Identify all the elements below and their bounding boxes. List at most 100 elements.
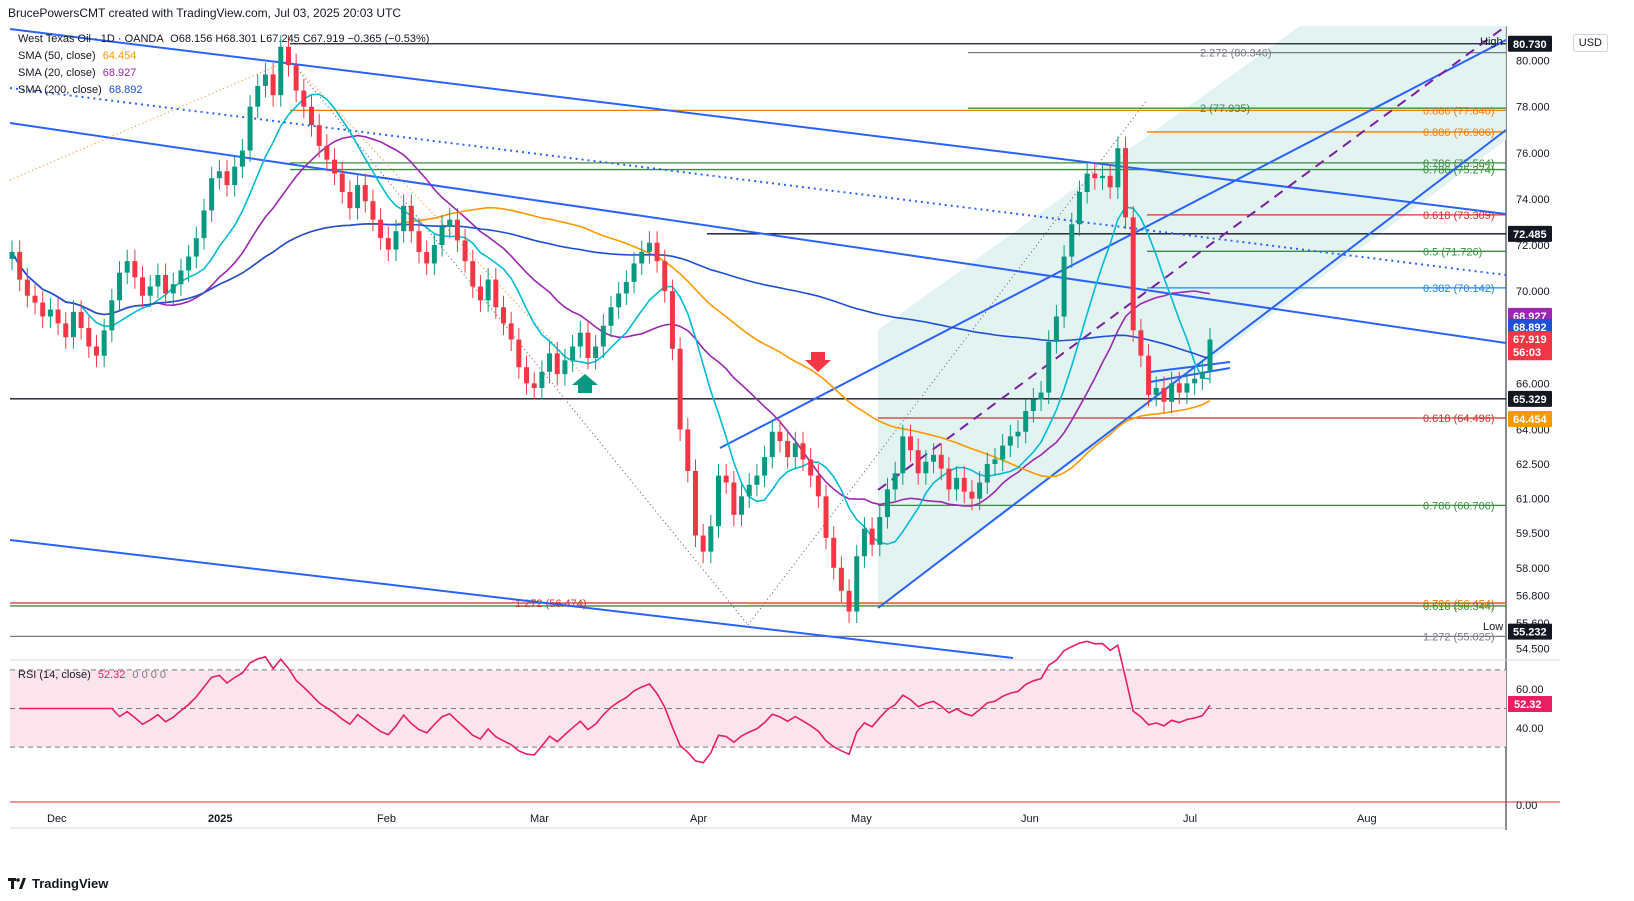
candle-body-69 [539, 371, 545, 388]
candle-body-33 [262, 74, 268, 86]
candle-body-87 [677, 348, 683, 430]
candle-body-120 [931, 454, 937, 462]
fib-label-1: 2 (77.935) [1200, 103, 1250, 115]
sma20-value: 68.927 [102, 67, 137, 79]
candle-body-57 [447, 219, 453, 227]
y-tick-12: 56.800 [1516, 590, 1550, 602]
price-tag-0: 80.730 [1513, 39, 1547, 51]
candle-body-145 [1123, 148, 1129, 218]
candle-body-150 [1161, 387, 1167, 402]
candle-body-63 [493, 279, 499, 308]
candle-body-79 [616, 293, 622, 308]
candle-body-40 [316, 125, 322, 146]
candle-body-97 [754, 475, 760, 485]
candle-body-80 [623, 281, 629, 294]
candle-body-114 [884, 489, 890, 518]
candle-body-131 [1015, 431, 1021, 437]
candle-body-110 [854, 556, 860, 612]
sma20-label: SMA (20, close) [18, 67, 96, 79]
candle-body-29 [232, 166, 238, 186]
candle-body-113 [877, 517, 883, 545]
legend-sma20[interactable]: SMA (20, close) 68.927 [18, 67, 136, 79]
candle-body-154 [1192, 378, 1198, 384]
tradingview-brand[interactable]: TradingView [8, 876, 108, 891]
candle-body-46 [362, 185, 368, 202]
candle-body-60 [470, 261, 476, 287]
candle-body-47 [370, 201, 376, 220]
legend-rsi[interactable]: RSI (14, close) 52.32 0 0 0 0 [18, 669, 166, 681]
candle-body-24 [193, 238, 199, 257]
candle-body-99 [769, 431, 775, 458]
candle-body-85 [662, 261, 668, 292]
candle-body-50 [393, 231, 399, 250]
candle-body-95 [739, 496, 745, 515]
x-tick-1: 2025 [208, 813, 232, 825]
y-tick-11: 58.000 [1516, 563, 1550, 575]
candle-body-43 [339, 173, 345, 192]
candle-body-74 [577, 332, 583, 347]
candle-body-54 [424, 251, 430, 264]
candle-body-138 [1069, 224, 1075, 257]
candle-body-152 [1176, 383, 1182, 393]
candle-body-14 [117, 272, 123, 301]
candle-body-21 [170, 284, 176, 294]
currency-button[interactable]: USD [1572, 34, 1608, 52]
candle-body-86 [669, 291, 675, 349]
legend-sma200[interactable]: SMA (200, close) 68.892 [18, 84, 142, 96]
candle-body-6 [55, 309, 61, 324]
candle-body-52 [408, 205, 414, 232]
legend-symbol-row: West Texas Oil · 1D · OANDA O68.156 H68.… [18, 33, 429, 45]
candle-body-3 [32, 295, 38, 303]
rsi-tick-0: 60.00 [1516, 684, 1544, 696]
candle-body-88 [685, 429, 691, 471]
candle-body-102 [792, 443, 798, 458]
candle-body-73 [570, 346, 576, 361]
candle-body-135 [1046, 341, 1052, 393]
rsi-label: RSI (14, close) [18, 669, 91, 681]
candle-body-106 [823, 496, 829, 538]
rsi-tag: 52.32 [1514, 699, 1542, 711]
candle-body-98 [762, 457, 768, 476]
candle-body-123 [954, 477, 960, 490]
candle-body-84 [654, 242, 660, 262]
candle-body-22 [178, 270, 184, 285]
candle-body-83 [646, 242, 652, 252]
candle-body-11 [93, 346, 99, 356]
candle-body-82 [639, 251, 645, 264]
candle-body-144 [1115, 148, 1121, 188]
price-tag-5: 56:03 [1513, 347, 1541, 359]
candle-body-76 [593, 346, 599, 358]
candle-body-78 [608, 307, 614, 326]
candle-body-127 [984, 464, 990, 483]
candle-body-42 [332, 159, 338, 174]
candle-body-81 [631, 263, 637, 282]
legend-sma50[interactable]: SMA (50, close) 64.454 [18, 50, 136, 62]
price-tag-7: 64.454 [1513, 414, 1548, 426]
chart-canvas: 2.272 (80.346) 2 (77.935) 0.886 (77.840) 0.… [9, 25, 1560, 830]
candle-body-146 [1130, 217, 1136, 331]
x-tick-4: Apr [690, 813, 707, 825]
candle-body-153 [1184, 383, 1190, 393]
author-line: BrucePowersCMT created with TradingView.… [8, 6, 402, 20]
candle-body-44 [347, 191, 353, 209]
high-label: High [1480, 36, 1503, 48]
tradingview-logo-icon [8, 877, 26, 890]
candle-body-27 [216, 171, 222, 179]
candle-body-15 [124, 261, 130, 273]
y-tick-6: 66.000 [1516, 378, 1550, 390]
sma50-label: SMA (50, close) [18, 50, 96, 62]
candle-body-59 [462, 240, 468, 262]
candle-body-12 [101, 330, 107, 356]
candle-body-75 [585, 332, 591, 358]
candle-body-65 [508, 323, 514, 340]
candle-body-142 [1099, 175, 1105, 179]
candle-body-72 [562, 360, 568, 375]
y-tick-3: 74.000 [1516, 194, 1550, 206]
candle-body-136 [1053, 316, 1059, 342]
candle-body-2 [24, 279, 30, 296]
x-tick-8: Aug [1357, 813, 1377, 825]
candle-body-36 [285, 46, 291, 66]
candle-body-124 [961, 477, 967, 492]
candle-body-8 [70, 311, 76, 338]
candle-body-25 [201, 210, 207, 239]
